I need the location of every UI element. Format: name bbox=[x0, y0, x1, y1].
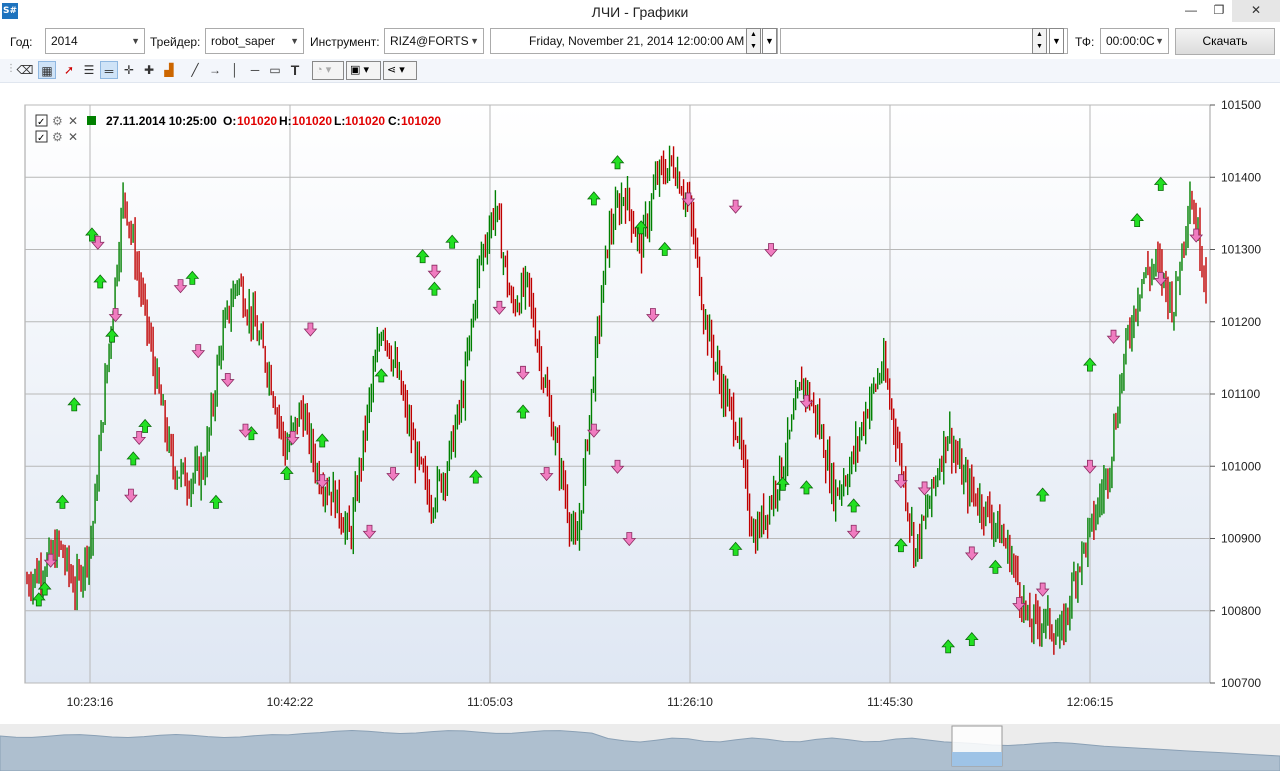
navigator-window-fill bbox=[952, 752, 1002, 766]
series-color-swatch bbox=[87, 116, 96, 125]
y-tick-label: 101000 bbox=[1221, 459, 1261, 473]
date-value: Friday, November 21, 2014 12:00:00 AM bbox=[529, 34, 745, 48]
save-icon[interactable]: ▣ ▾ bbox=[346, 61, 381, 80]
share-icon[interactable]: ⋖ ▾ bbox=[383, 61, 417, 80]
legend-h-value: 101020 bbox=[292, 114, 332, 128]
year-select[interactable]: 2014 ▼ bbox=[45, 28, 145, 54]
y-tick-label: 101300 bbox=[1221, 243, 1261, 257]
date-picker[interactable]: Friday, November 21, 2014 12:00:00 AM bbox=[490, 28, 778, 54]
trader-label: Трейдер: bbox=[150, 35, 201, 49]
chevron-down-icon[interactable]: ▼ bbox=[1049, 28, 1064, 54]
close-icon[interactable]: ✕ bbox=[68, 114, 78, 128]
close-button[interactable]: ✕ bbox=[1232, 0, 1280, 22]
y-tick-label: 101400 bbox=[1221, 170, 1261, 184]
close-icon[interactable]: ✕ bbox=[68, 130, 78, 144]
y-tick-label: 100700 bbox=[1221, 676, 1261, 690]
trader-select[interactable]: robot_saper ▼ bbox=[205, 28, 304, 54]
chevron-down-icon[interactable]: ▼ bbox=[762, 28, 777, 54]
chevron-down-icon: ▼ bbox=[1155, 36, 1164, 46]
fill-icon[interactable]: ◔ ▾ bbox=[312, 61, 344, 80]
title-bar: S# ЛЧИ - Графики — ❐ ✕ bbox=[0, 0, 1280, 24]
navigator-canvas[interactable] bbox=[0, 724, 1280, 772]
maximize-button[interactable]: ❐ bbox=[1204, 0, 1234, 22]
x-tick-label: 10:23:16 bbox=[67, 695, 114, 709]
instrument-select[interactable]: RIZ4@FORTS ▼ bbox=[384, 28, 484, 54]
chevron-down-icon: ▼ bbox=[470, 36, 479, 46]
chevron-down-icon: ▼ bbox=[290, 36, 299, 46]
legend-l-label: L: bbox=[334, 114, 345, 128]
y-tick-label: 101500 bbox=[1221, 98, 1261, 112]
chart-area-icon[interactable]: ▦ bbox=[38, 61, 56, 79]
vertical-line-icon[interactable]: │ bbox=[226, 61, 244, 79]
chart-canvas[interactable]: 100700 100800 100900 101000 101100 101200 1013… bbox=[0, 83, 1280, 723]
legend-c-value: 101020 bbox=[401, 114, 441, 128]
legend-icon[interactable]: ☰ bbox=[80, 61, 98, 79]
instrument-label: Инструмент: bbox=[310, 35, 380, 49]
rectangle-icon[interactable]: ▭ bbox=[266, 61, 284, 79]
tf-label: ТФ: bbox=[1075, 35, 1095, 49]
horizontal-line-icon[interactable]: ─ bbox=[246, 61, 264, 79]
gear-icon[interactable]: ⚙ bbox=[52, 130, 63, 144]
instrument-value: RIZ4@FORTS bbox=[390, 34, 469, 48]
crosshair-icon[interactable]: ✛ bbox=[120, 61, 138, 79]
cursor-icon[interactable]: ➚ bbox=[60, 61, 78, 79]
legend-l-value: 101020 bbox=[345, 114, 385, 128]
grip-icon: ⋮ bbox=[6, 63, 16, 74]
gear-icon[interactable]: ⚙ bbox=[52, 114, 63, 128]
y-tick-label: 100900 bbox=[1221, 532, 1261, 546]
year-label: Год: bbox=[10, 35, 33, 49]
y-tick-label: 101100 bbox=[1221, 387, 1260, 401]
chevron-down-icon: ▼ bbox=[131, 36, 140, 46]
legend-o-label: O: bbox=[223, 114, 236, 128]
window-title: ЛЧИ - Графики bbox=[591, 4, 689, 20]
tf-select[interactable]: 00:00:0C ▼ bbox=[1100, 28, 1169, 54]
y-tick-label: 101200 bbox=[1221, 315, 1261, 329]
legend-h-label: H: bbox=[279, 114, 292, 128]
chart-toolbar: ⋮ ⌫ ▦ ➚ ☰ ═ ✛ ✚ ▟ ╱ → │ ─ ▭ T ◔ ▾ ▣ ▾ ⋖ … bbox=[0, 59, 1280, 83]
date-picker-end[interactable] bbox=[780, 28, 1068, 54]
y-tick-label: 100800 bbox=[1221, 604, 1261, 618]
x-tick-label: 10:42:22 bbox=[267, 695, 314, 709]
volume-icon[interactable]: ▟ bbox=[160, 61, 178, 79]
date-end-spinner[interactable]: ▲ ▼ bbox=[1032, 28, 1047, 54]
chart-navigator[interactable] bbox=[0, 724, 1280, 772]
year-value: 2014 bbox=[51, 34, 78, 48]
text-icon[interactable]: T bbox=[286, 61, 304, 79]
price-chart[interactable]: 100700 100800 100900 101000 101100 101200 1013… bbox=[0, 83, 1280, 723]
legend-c-label: C: bbox=[388, 114, 401, 128]
date-spinner[interactable]: ▲ ▼ bbox=[746, 28, 761, 54]
checkmark-icon: ✓ bbox=[37, 133, 45, 144]
tf-value: 00:00:0C bbox=[1106, 34, 1155, 48]
legend-o-value: 101020 bbox=[237, 114, 277, 128]
minimize-button[interactable]: — bbox=[1176, 0, 1206, 22]
crosshair-plus-icon[interactable]: ✚ bbox=[140, 61, 158, 79]
eraser-icon[interactable]: ⌫ bbox=[16, 61, 34, 79]
x-tick-label: 11:05:03 bbox=[467, 695, 513, 709]
legend-date: 27.11.2014 10:25:00 bbox=[106, 114, 217, 128]
download-button[interactable]: Скачать bbox=[1175, 28, 1275, 55]
trader-value: robot_saper bbox=[211, 34, 276, 48]
line-width-icon[interactable]: ═ bbox=[100, 61, 118, 79]
x-tick-label: 12:06:15 bbox=[1067, 695, 1114, 709]
x-tick-label: 11:26:10 bbox=[667, 695, 713, 709]
draw-line-icon[interactable]: ╱ bbox=[186, 61, 204, 79]
checkmark-icon: ✓ bbox=[37, 117, 45, 128]
x-tick-label: 11:45:30 bbox=[867, 695, 913, 709]
draw-arrow-icon[interactable]: → bbox=[206, 61, 224, 79]
